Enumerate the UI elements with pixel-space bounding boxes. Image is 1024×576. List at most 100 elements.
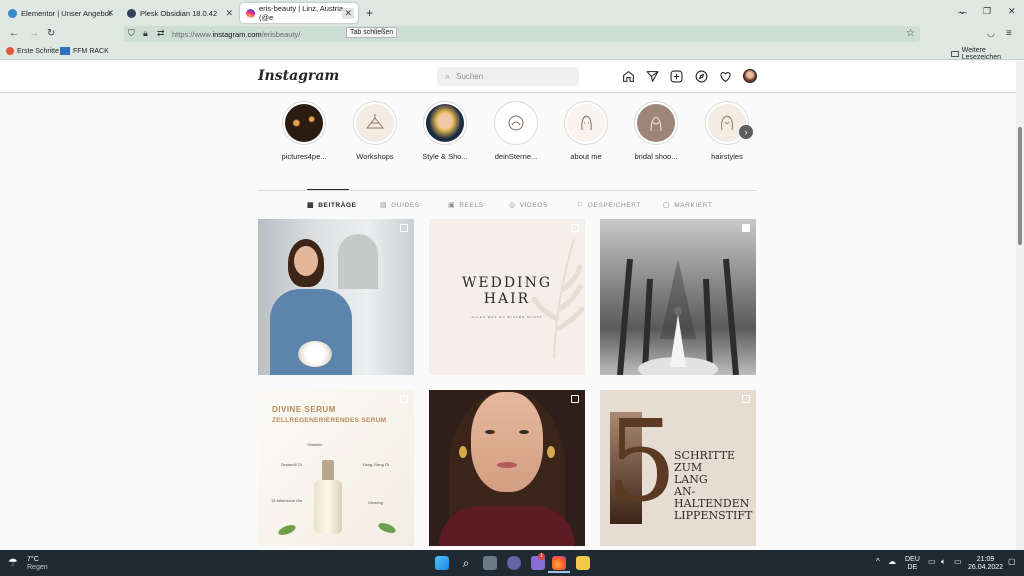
bookmark-ffm-rack[interactable]: FFM RACK (60, 47, 109, 55)
tray-chevron-icon[interactable]: ^ (876, 557, 880, 567)
url-path: /erisbeauty/ (261, 30, 301, 39)
minimize-icon[interactable]: — (958, 8, 967, 17)
battery-icon[interactable]: ▭ (954, 557, 962, 567)
pocket-icon[interactable]: ◡ (987, 29, 995, 38)
active-tab-indicator (307, 189, 349, 190)
search-placeholder: Suchen (456, 72, 484, 81)
arch-background (338, 234, 378, 289)
window-close-icon[interactable]: ✕ (1008, 7, 1016, 16)
volume-icon[interactable]: 🔈︎ (941, 557, 946, 567)
tab-gespeichert[interactable]: ⚐ GESPEICHERT (577, 201, 641, 210)
scrollbar-thumb[interactable] (1018, 127, 1022, 245)
ingredient-ylang: Ylang-Ylang Öl (362, 462, 389, 467)
story-highlight[interactable]: Workshops (345, 101, 405, 161)
tab-beitraege[interactable]: ▦ BEITRÄGE (307, 201, 357, 210)
highlight-ring (564, 101, 608, 145)
lock-icon[interactable]: 🔒︎ (143, 29, 148, 38)
weather-rain-icon[interactable]: ☂ (8, 556, 22, 569)
story-highlight[interactable]: Style & Sho... (415, 101, 475, 161)
file-explorer-icon[interactable] (576, 556, 590, 570)
tab-plesk[interactable]: Plesk Obsidian 18.0.42 ✕ (121, 3, 239, 23)
teams-chat-icon[interactable] (507, 556, 521, 570)
tooltip: Tab schließen (346, 27, 398, 38)
multi-image-icon (571, 224, 579, 232)
new-post-icon[interactable] (669, 69, 683, 83)
ingredient-oils: 15 ätherische Öle (271, 498, 303, 503)
close-icon[interactable]: ✕ (342, 7, 354, 19)
date-text: 26.04.2022 (968, 563, 1004, 571)
tab-label: VIDEOS (519, 201, 548, 209)
tab-reels[interactable]: ▣ REELS (448, 201, 484, 210)
close-icon[interactable]: ✕ (225, 8, 233, 19)
forward-icon[interactable]: → (29, 29, 39, 39)
profile-avatar[interactable] (743, 69, 757, 83)
tab-title: Elementor | Unser Angebot (21, 8, 111, 18)
direct-messages-icon[interactable] (645, 69, 659, 83)
star-icon[interactable]: ☆ (906, 29, 915, 39)
reload-icon[interactable]: ↻ (47, 29, 55, 39)
story-highlight[interactable]: bridal shoo... (626, 101, 686, 161)
post-wedding-hair[interactable]: WEDDING HAIR ALLES WAS DU WISSEN MUSST (429, 219, 585, 375)
reels-icon: ▣ (448, 202, 456, 209)
activity-heart-icon[interactable] (718, 69, 732, 83)
post-tree-alley[interactable] (600, 219, 756, 375)
post-5-schritte[interactable]: 5 SCHRITTE ZUM LANG AN- HALTENDEN LIPPEN… (600, 390, 756, 546)
post-portrait-denim[interactable] (258, 219, 414, 375)
bookmark-label: Erste Schritte (17, 47, 60, 55)
portrait-photo (426, 104, 464, 142)
highlight-ring (423, 101, 467, 145)
clock[interactable]: 21:09 26.04.2022 (968, 556, 1003, 571)
notifications-icon[interactable]: ▢ (1008, 557, 1016, 567)
new-tab-icon[interactable]: + (366, 7, 373, 19)
tab-videos[interactable]: ◎ VIDEOS (509, 201, 548, 210)
earring-left (459, 446, 467, 458)
post-portrait-closeup[interactable] (429, 390, 585, 546)
ffm-rack-icon (60, 47, 70, 55)
permissions-icon[interactable]: ⇄ (157, 29, 165, 38)
story-highlight[interactable]: deinSterne... (486, 101, 546, 161)
tab-instagram[interactable]: eris-beauty | Linz, Austria (@e ✕ (240, 3, 358, 23)
story-highlight[interactable]: about me (556, 101, 616, 161)
text-line: LIPPENSTIFT (674, 509, 753, 522)
wedding-line-1: WEDDING (461, 275, 553, 291)
weather-widget[interactable]: 7°C Regen (27, 556, 48, 571)
search-icon: ⌕ (445, 71, 451, 81)
tab-label: BEITRÄGE (318, 201, 357, 209)
url-text[interactable]: https://www.instagram.com/erisbeauty/ (172, 30, 300, 39)
highlight-label: bridal shoo... (634, 152, 678, 161)
search-input[interactable]: ⌕ Suchen (437, 67, 579, 86)
next-arrow-icon[interactable]: › (739, 125, 753, 139)
url-prefix: https://www. (172, 30, 213, 39)
highlight-label: about me (570, 152, 602, 161)
back-icon[interactable]: ← (9, 29, 19, 39)
tab-markiert[interactable]: ▢ MARKIERT (663, 201, 713, 210)
tab-elementor[interactable]: Elementor | Unser Angebot ✕ (2, 3, 120, 23)
task-view-icon[interactable] (483, 556, 497, 570)
other-bookmarks-label: Weitere Lesezeichen (961, 47, 1002, 61)
cloud-icon[interactable]: ☁ (888, 557, 896, 567)
post-divine-serum[interactable]: DIVINE SERUM ZELLREGENERIERENDES SERUM V… (258, 390, 414, 546)
windows-start-icon[interactable] (435, 556, 449, 570)
firefox-icon[interactable] (552, 556, 566, 570)
wedding-line-2: HAIR (483, 291, 531, 307)
restore-icon[interactable]: ❐ (983, 7, 991, 16)
shield-icon[interactable]: ⛉ (128, 29, 135, 38)
serum-bottle (314, 480, 342, 534)
explore-icon[interactable] (694, 69, 708, 83)
bookmarks-toolbar (0, 44, 1024, 60)
other-bookmarks[interactable]: Weitere Lesezeichen (951, 47, 1024, 61)
firefox-icon (6, 47, 14, 55)
network-icon[interactable]: ▭ (928, 557, 936, 567)
eye-right (519, 430, 529, 434)
instagram-logo[interactable]: Instagram (258, 68, 339, 84)
menu-icon[interactable]: ≡ (1006, 29, 1012, 39)
tab-guides[interactable]: ▤ GUIDES (380, 201, 420, 210)
close-icon[interactable]: ✕ (106, 8, 114, 19)
search-icon[interactable]: ⌕ (459, 556, 473, 570)
notification-badge: 1 (538, 553, 545, 560)
highlight-ring (353, 101, 397, 145)
bookmark-erste-schritte[interactable]: Erste Schritte (6, 47, 59, 55)
language-indicator[interactable]: DEU DE (905, 556, 920, 571)
home-icon[interactable] (621, 69, 635, 83)
story-highlight[interactable]: pictures4pe... (274, 101, 334, 161)
